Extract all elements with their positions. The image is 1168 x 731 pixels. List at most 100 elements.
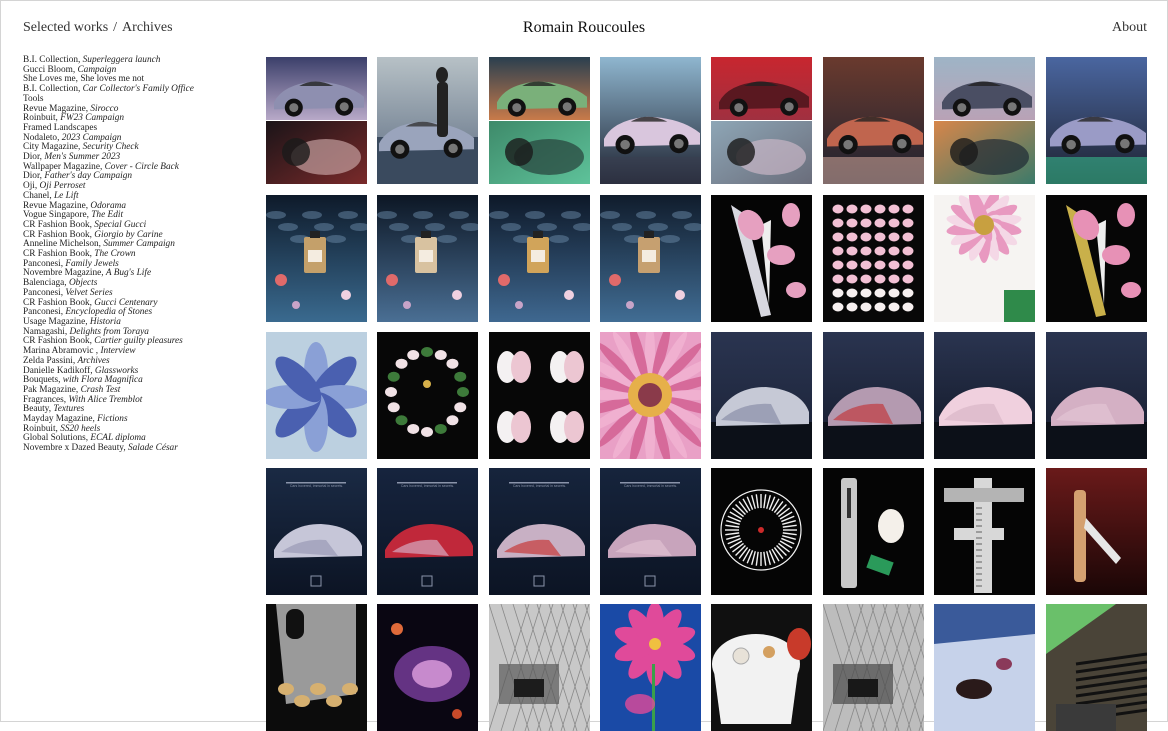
- project-client: Danielle Kadikoff,: [23, 365, 95, 376]
- project-title: Salade César: [127, 443, 178, 454]
- project-title: Crash Test: [80, 384, 121, 395]
- thumb-egg-tools[interactable]: [823, 468, 924, 595]
- project-client: CR Fashion Book,: [23, 249, 95, 260]
- thumb-pink-gerbera[interactable]: [934, 195, 1035, 322]
- thumb-red-grey-car[interactable]: [711, 57, 812, 184]
- project-title: Delights from Toraya: [69, 326, 149, 337]
- thumbnail-image: [600, 604, 701, 731]
- thumb-bw-chain-fence[interactable]: [489, 604, 590, 731]
- thumb-car-blue-green[interactable]: [1046, 57, 1147, 184]
- project-title: Textures: [53, 404, 85, 415]
- project-title: Objects: [68, 278, 98, 289]
- thumb-petal-grid[interactable]: [823, 195, 924, 322]
- thumb-covered-car-2[interactable]: [823, 332, 924, 459]
- project-title: FW23 Campaign: [60, 113, 124, 124]
- thumb-perfume-water-3[interactable]: [489, 195, 590, 322]
- project-client: Revue Magazine,: [23, 103, 91, 114]
- project-client: Pak Magazine,: [23, 384, 81, 395]
- thumb-caliper[interactable]: [934, 468, 1035, 595]
- thumb-perfume-water-1[interactable]: [266, 195, 367, 322]
- project-client: Anneline Michelson,: [23, 239, 104, 250]
- poster-caption: Cars hovered, immortal in secrets.: [400, 484, 455, 488]
- poster-caption: Cars hovered, immortal in secrets.: [289, 484, 344, 488]
- thumbnail-image: [1046, 604, 1147, 731]
- thumb-pink-flower-blue[interactable]: [600, 604, 701, 731]
- thumb-scattered-petals[interactable]: [1046, 195, 1147, 322]
- thumb-perfume-water-2[interactable]: [377, 195, 478, 322]
- project-client: Bouquets,: [23, 375, 63, 386]
- thumb-bw-cart[interactable]: [823, 604, 924, 731]
- thumb-folding-knife[interactable]: [1046, 468, 1147, 595]
- thumbnail-image: [266, 195, 367, 322]
- thumb-orange-green-car[interactable]: [489, 57, 590, 184]
- project-client: Gucci Bloom,: [23, 64, 78, 75]
- project-client: Fragrances,: [23, 394, 69, 405]
- project-title: Encyclopedia of Stones: [65, 307, 153, 318]
- thumbnail-image: [934, 468, 1035, 595]
- project-title: Oji Perroset: [39, 181, 86, 192]
- project-title: Summer Campaign: [103, 239, 175, 250]
- thumbnail-image: [1046, 468, 1147, 595]
- project-title: The Crown: [94, 249, 136, 260]
- poster-caption: Cars hovered, immortal in secrets.: [512, 484, 567, 488]
- thumb-razor-chips[interactable]: [266, 604, 367, 731]
- thumbnail-image: [600, 332, 701, 459]
- project-title: Velvet Series: [65, 287, 113, 298]
- thumb-purple-splash[interactable]: [377, 604, 478, 731]
- project-client: CR Fashion Book,: [23, 336, 95, 347]
- thumb-car-orange-sunset[interactable]: [934, 57, 1035, 184]
- project-client: Dior,: [23, 171, 45, 182]
- thumbnail-image: [934, 604, 1035, 731]
- thumbnail-image: [377, 195, 478, 322]
- thumb-blue-bedsheet[interactable]: [934, 604, 1035, 731]
- thumb-silhouette-car[interactable]: [377, 57, 478, 184]
- project-title: Cover - Circle Back: [104, 161, 179, 172]
- thumb-orchid-petals[interactable]: [489, 332, 590, 459]
- project-title: Superleggera launch: [82, 55, 161, 65]
- site-title[interactable]: Romain Roucoules: [0, 19, 1168, 37]
- project-title: Odorama: [90, 200, 127, 211]
- project-link[interactable]: B.I. Collection, Car Collector's Family …: [23, 84, 253, 95]
- project-client: Framed Landscapes: [23, 122, 98, 133]
- thumbnail-image: [266, 604, 367, 731]
- thumbnail-image: [711, 57, 812, 184]
- thumbnail-image: [823, 604, 924, 731]
- thumb-pink-car-bluesky[interactable]: [600, 57, 701, 184]
- thumb-poster-car-1[interactable]: Cars hovered, immortal in secrets.: [266, 468, 367, 595]
- thumb-perfume-water-4[interactable]: [600, 195, 701, 322]
- about-link[interactable]: About: [1112, 20, 1147, 36]
- project-title: A Bug's Life: [105, 268, 152, 279]
- project-client: Revue Magazine,: [23, 200, 91, 211]
- thumb-covered-car-1[interactable]: [711, 332, 812, 459]
- thumb-poster-car-4[interactable]: Cars hovered, immortal in secrets.: [600, 468, 701, 595]
- thumb-pink-petals-black[interactable]: [711, 195, 812, 322]
- project-link[interactable]: Novembre x Dazed Beauty, Salade César: [23, 443, 253, 454]
- thumb-blue-petals[interactable]: [266, 332, 367, 459]
- project-client: Oji,: [23, 181, 40, 192]
- thumbnail-image: [934, 57, 1035, 184]
- thumbnail-image: [823, 195, 924, 322]
- project-title: Interview: [100, 346, 136, 357]
- project-client: Roinbuit,: [23, 113, 61, 124]
- thumb-dial-tool[interactable]: [711, 468, 812, 595]
- thumb-umbrella-chair[interactable]: [1046, 604, 1147, 731]
- project-client: Novembre Magazine,: [23, 268, 106, 279]
- thumbnail-image: [1046, 57, 1147, 184]
- thumbnail-image: [489, 57, 590, 184]
- thumb-poster-car-2[interactable]: Cars hovered, immortal in secrets.: [377, 468, 478, 595]
- thumbnail-image: [600, 195, 701, 322]
- thumb-poster-car-3[interactable]: Cars hovered, immortal in secrets.: [489, 468, 590, 595]
- thumb-car-interior-red[interactable]: [823, 57, 924, 184]
- project-title: Fictions: [97, 414, 128, 425]
- thumbnail-image: [600, 57, 701, 184]
- thumb-flower-wreath[interactable]: [377, 332, 478, 459]
- project-client: Wallpaper Magazine,: [23, 161, 105, 172]
- thumbnail-image: [934, 195, 1035, 322]
- thumb-covered-car-3[interactable]: [934, 332, 1035, 459]
- thumb-tea-table[interactable]: [711, 604, 812, 731]
- thumb-gerbera-closeup[interactable]: [600, 332, 701, 459]
- thumb-car-silver-interior[interactable]: [266, 57, 367, 184]
- thumbnail-image: [934, 332, 1035, 459]
- project-client: Nodaleto,: [23, 132, 62, 143]
- thumb-covered-cars-4[interactable]: [1046, 332, 1147, 459]
